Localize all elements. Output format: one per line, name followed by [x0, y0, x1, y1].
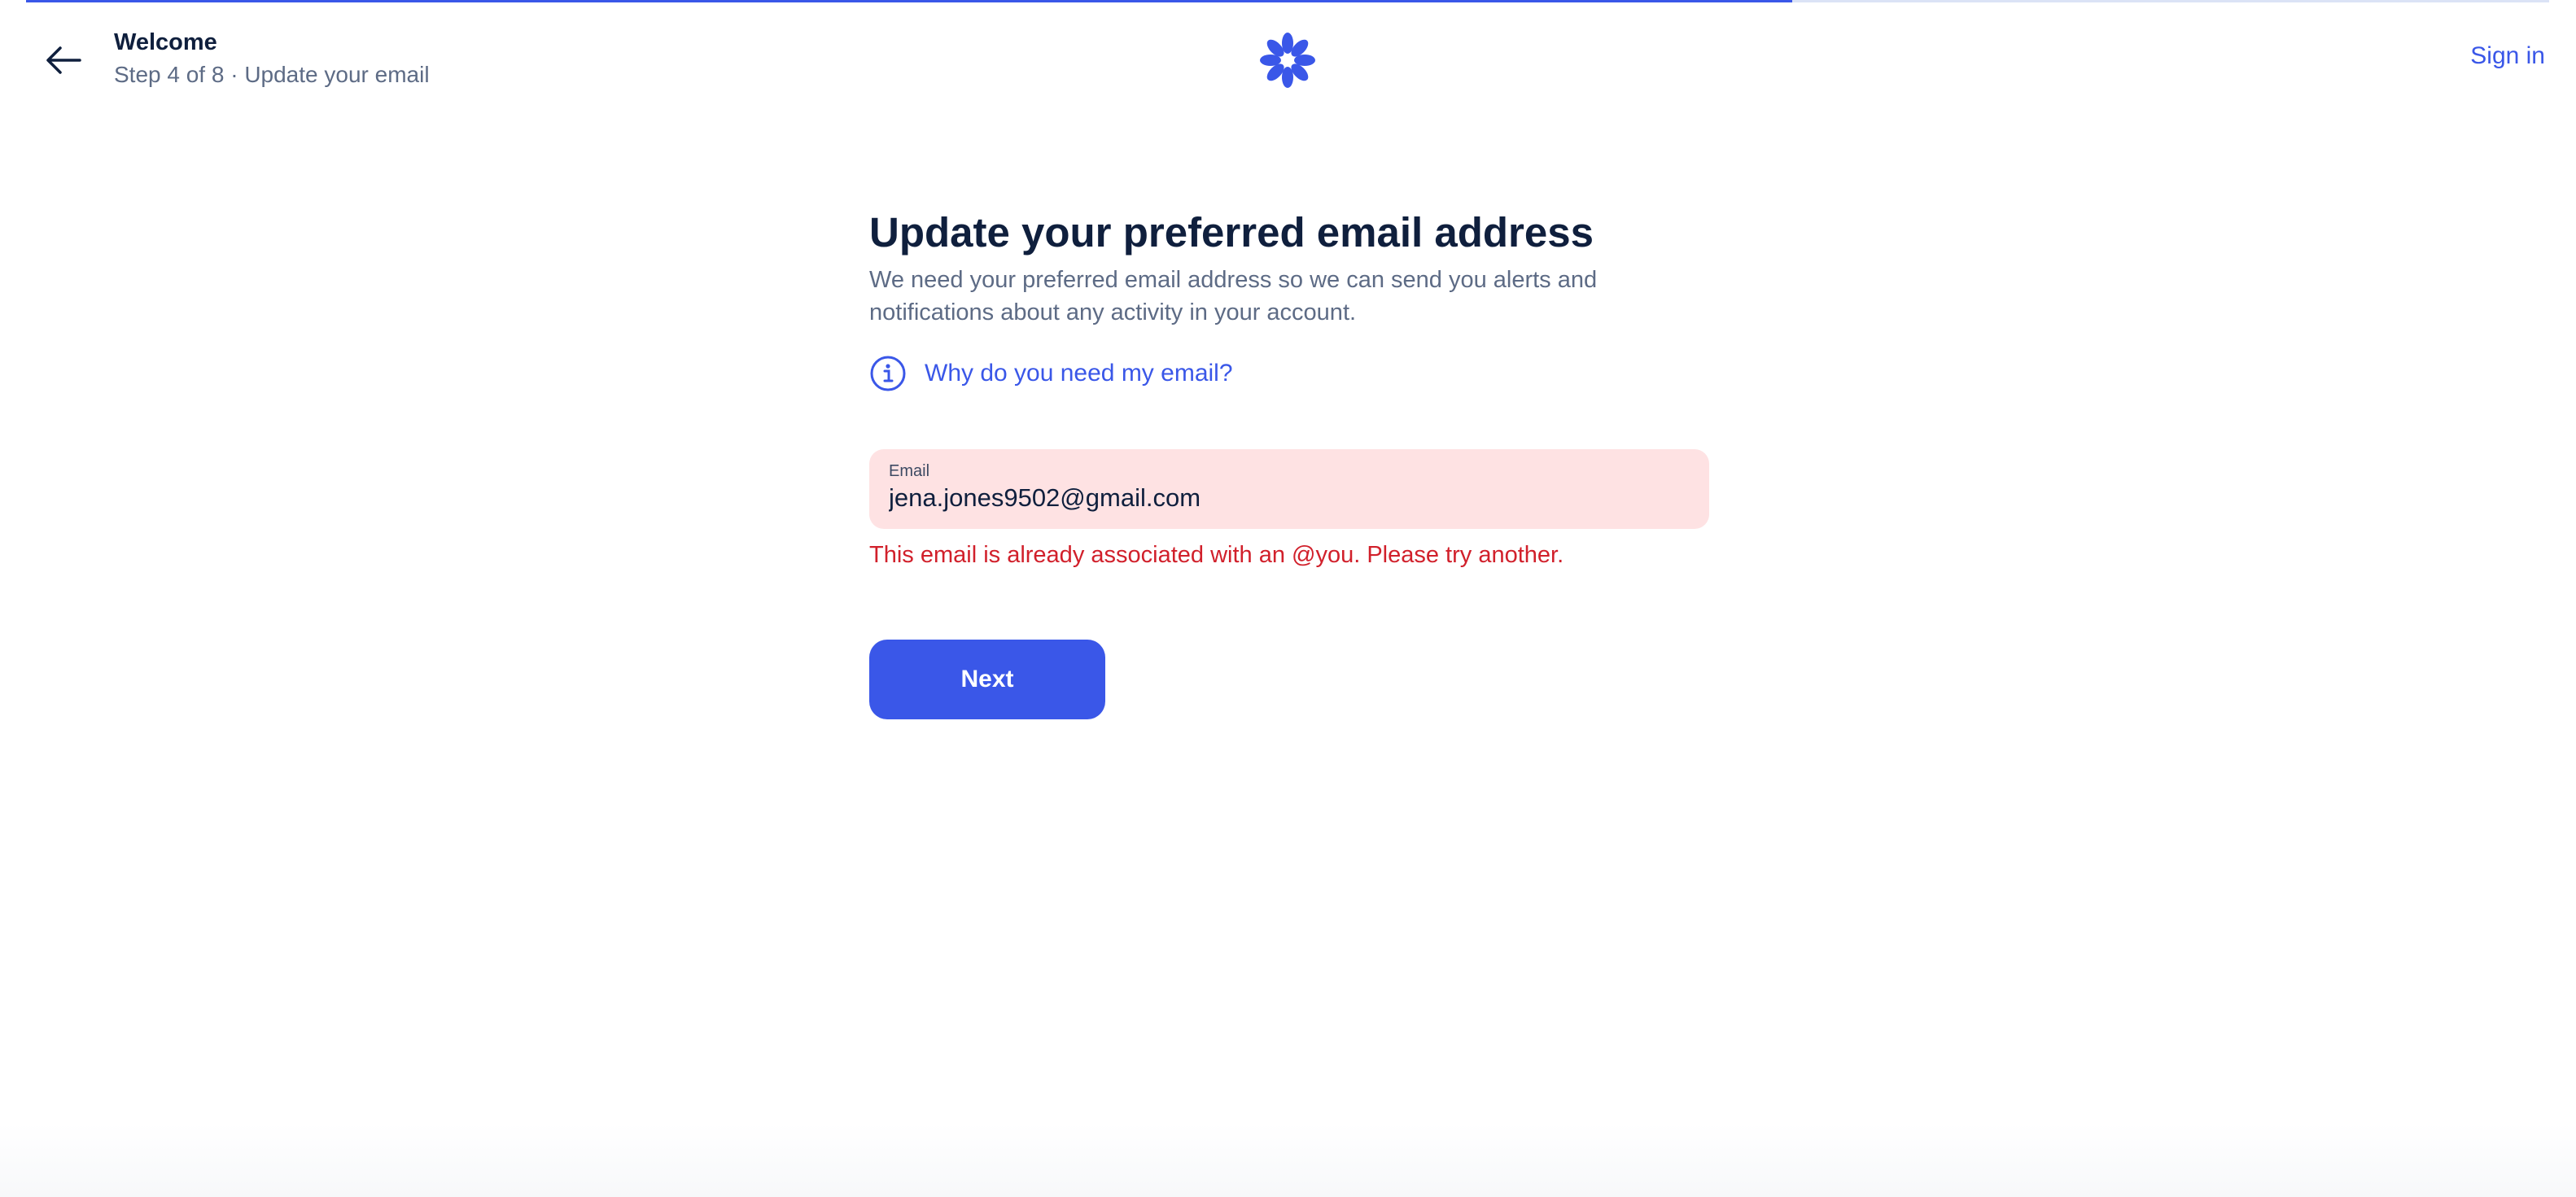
email-input[interactable] — [889, 483, 1690, 513]
why-email-link[interactable]: Why do you need my email? — [869, 355, 1709, 392]
why-email-link-label: Why do you need my email? — [925, 360, 1233, 387]
header-title: Welcome — [114, 29, 217, 55]
flower-logo-icon — [1260, 33, 1315, 88]
email-field-label: Email — [889, 462, 930, 480]
header-text: Welcome Step 4 of 8 · Update your email — [114, 26, 430, 91]
footer-band — [0, 1124, 2576, 1197]
sign-in-link[interactable]: Sign in — [2470, 42, 2545, 70]
arrow-left-icon — [46, 46, 81, 74]
email-field[interactable]: Email — [869, 449, 1709, 529]
next-button[interactable]: Next — [869, 640, 1105, 719]
progress-bar — [26, 0, 2549, 2]
email-error-message: This email is already associated with an… — [869, 542, 1564, 568]
step-indicator: Step 4 of 8 · Update your email — [114, 62, 430, 87]
back-button[interactable] — [39, 36, 88, 85]
main-content: Update your preferred email address We n… — [869, 203, 1709, 719]
progress-bar-fill — [26, 0, 1792, 2]
page-title: Update your preferred email address — [869, 209, 1594, 256]
page-description: We need your preferred email address so … — [869, 267, 1598, 325]
info-icon — [870, 356, 906, 391]
